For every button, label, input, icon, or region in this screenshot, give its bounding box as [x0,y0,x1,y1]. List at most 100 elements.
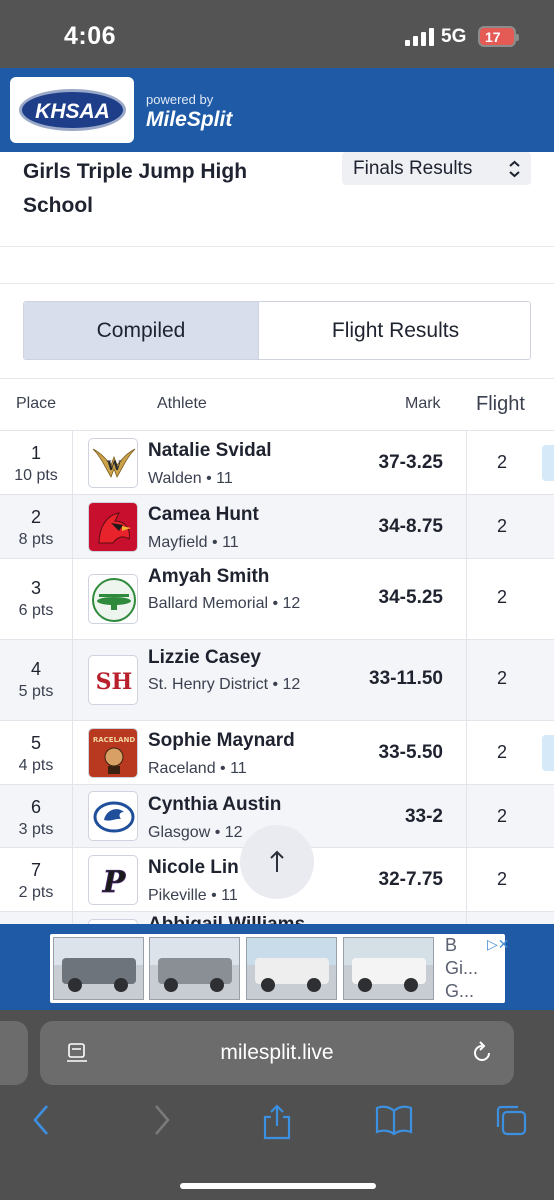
athlete-school: Mayfield • 11 [148,534,239,551]
mark-value: 34-8.75 [378,516,443,537]
truck-image [53,937,144,1000]
divider [0,246,554,247]
column-header-athlete[interactable]: Athlete [157,395,207,413]
athlete-school: Raceland • 11 [148,760,247,777]
glasgow-logo [88,791,138,841]
khsaa-logo-text: KHSAA [35,100,110,123]
place-points: 5 pts [18,683,54,700]
results-tabs: Compiled Flight Results [23,301,531,360]
powered-by-label: powered by [146,92,214,107]
athlete-name[interactable]: Sophie Maynard [148,730,295,752]
battery-level: 17 [485,29,501,45]
place-points: 2 pts [18,884,54,901]
place-number: 2 [30,507,41,527]
place-number: 3 [30,578,41,598]
ad-text-line: G... [445,981,475,1001]
milesplit-logo[interactable]: MileSplit [146,108,232,132]
athlete-name[interactable]: Amyah Smith [148,566,269,588]
table-row[interactable]: 3 6 pts Amyah Smith Ballard Memorial • 1… [0,559,554,640]
khsaa-logo[interactable]: KHSAA [10,77,134,143]
athlete-name[interactable]: Nicole Lin [148,857,239,879]
round-select-value: Finals Results [353,158,473,179]
place-number: 1 [30,443,41,463]
athlete-name[interactable]: Natalie Svidal [148,440,272,462]
athlete-name[interactable]: Lizzie Casey [148,647,261,669]
site-header: KHSAA powered by MileSplit [0,68,554,152]
athlete-name[interactable]: Cynthia Austin [148,794,281,816]
adchoices-icon[interactable]: ▷✕ [487,936,510,953]
place-number: 7 [30,860,41,880]
back-to-top-button[interactable] [240,825,314,899]
flight-cell: 2 [466,431,536,494]
athlete-school: Ballard Memorial • 12 [148,595,301,612]
raceland-logo: RACELAND [88,728,138,778]
reload-icon[interactable] [470,1041,494,1065]
mark-value: 33-11.50 [369,668,443,689]
flight-value: 2 [496,742,507,762]
place-points: 6 pts [18,602,54,619]
table-row[interactable]: 5 4 pts RACELAND Sophie Maynard Raceland… [0,721,554,785]
signal-icon [405,28,435,46]
flight-value: 2 [496,806,507,826]
status-bar: 4:06 5G 17 [0,0,554,68]
mark-value: 33-2 [404,806,443,827]
place-number: 5 [30,733,41,753]
table-row[interactable]: 1 10 pts W Natalie Svidal Walden • 11 37… [0,431,554,495]
tab-compiled[interactable]: Compiled [24,302,258,359]
battery-icon: 17 [478,26,519,47]
place-cell: 5 4 pts [0,721,73,784]
round-select[interactable]: Finals Results [342,152,531,185]
url-text: milesplit.live [220,1041,334,1064]
share-icon[interactable] [260,1103,294,1141]
walden-logo: W [88,438,138,488]
truck-image [343,937,434,1000]
table-row[interactable]: 2 8 pts Camea Hunt Mayfield • 11 34-8.75… [0,495,554,559]
tabs-icon[interactable] [494,1103,528,1137]
place-points: 3 pts [18,821,54,838]
address-bar[interactable]: milesplit.live [40,1021,514,1085]
st-henry-logo: SH [88,655,138,705]
flight-cell: 2 [466,848,536,911]
flight-value: 2 [496,587,507,607]
athlete-school: Walden • 11 [148,470,233,487]
flight-cell: 2 [466,785,536,847]
back-icon[interactable] [30,1103,52,1137]
place-cell: 3 6 pts [0,559,73,639]
place-number: 6 [30,797,41,817]
athlete-school: St. Henry District • 12 [148,676,301,693]
svg-text:W: W [106,459,122,474]
place-cell: 7 2 pts [0,848,73,911]
column-header-mark[interactable]: Mark [405,395,441,413]
bookmarks-icon[interactable] [375,1103,413,1137]
divider [0,283,554,284]
table-row[interactable]: 4 5 pts SH Lizzie Casey St. Henry Distri… [0,640,554,721]
mark-value: 32-7.75 [378,869,443,890]
truck-image [149,937,240,1000]
place-points: 4 pts [18,757,54,774]
network-label: 5G [441,26,467,47]
forward-icon[interactable] [151,1103,173,1137]
arrow-up-icon [270,850,284,872]
column-header-flight[interactable]: Flight [476,393,525,416]
place-cell: 4 5 pts [0,640,73,720]
flight-value: 2 [496,668,507,688]
place-cell: 6 3 pts [0,785,73,847]
ad-banner[interactable]: B Gi... G... ▷✕ [50,934,510,1003]
place-number: 4 [30,659,41,679]
tab-flight-results[interactable]: Flight Results [258,302,530,359]
flight-cell: 2 [466,721,536,784]
mark-value: 33-5.50 [378,742,443,763]
event-title: Girls Triple Jump High School [23,160,248,217]
column-header-place[interactable]: Place [16,395,56,413]
athlete-name[interactable]: Camea Hunt [148,504,259,526]
table-header: Place Athlete Mark Flight [0,379,554,431]
flight-value: 2 [496,452,507,472]
pikeville-logo-text: P [102,865,127,900]
chevron-updown-icon [509,160,520,178]
status-time: 4:06 [64,22,117,50]
mayfield-cardinal-logo [88,502,138,552]
previous-tab-preview[interactable] [0,1021,28,1085]
row-badge [542,445,554,481]
place-points: 8 pts [18,531,54,548]
flight-cell: 2 [466,495,536,558]
